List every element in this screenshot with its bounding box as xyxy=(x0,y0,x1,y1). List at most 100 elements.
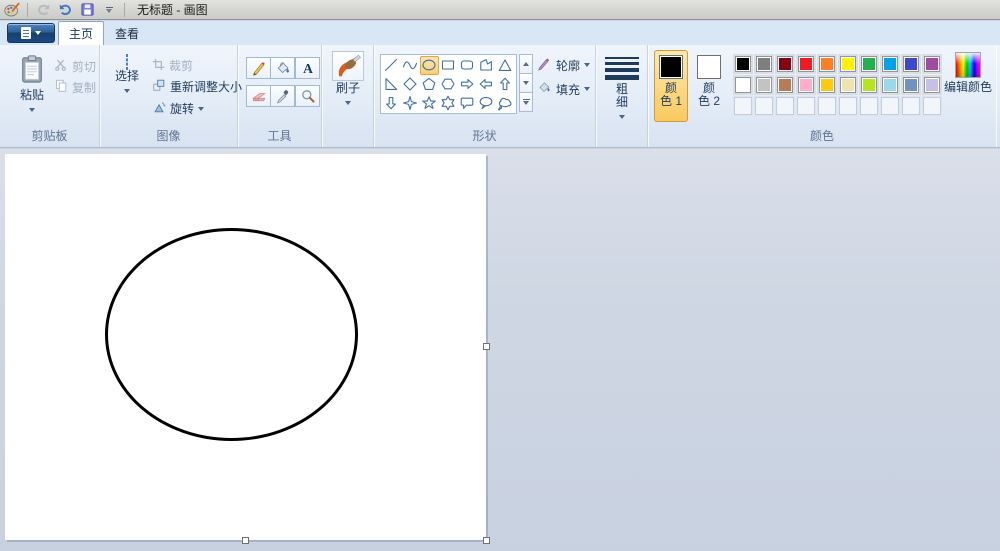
palette-swatch-r1c1[interactable] xyxy=(732,53,753,74)
group-colors: 颜 色 1 颜 色 2 编辑颜色 颜色 xyxy=(648,45,996,147)
shape-right-triangle-icon[interactable] xyxy=(382,75,401,94)
shape-arrow-left-icon[interactable] xyxy=(477,75,496,94)
cut-button[interactable]: 剪切 xyxy=(54,58,96,75)
resize-button[interactable]: 重新调整大小 xyxy=(152,78,242,95)
tab-view[interactable]: 查看 xyxy=(104,21,150,45)
shape-ellipse-icon[interactable] xyxy=(419,55,439,75)
palette-empty-slot-1[interactable] xyxy=(732,95,753,116)
app-logo-icon xyxy=(3,2,21,18)
palette-swatch-r1c4[interactable] xyxy=(795,53,816,74)
palette-swatch-r2c10[interactable] xyxy=(921,74,942,95)
redo-icon[interactable] xyxy=(34,2,52,18)
quick-access-toolbar xyxy=(0,2,127,18)
shape-rectangle-icon[interactable] xyxy=(439,56,458,75)
palette-swatch-r1c6[interactable] xyxy=(837,53,858,74)
palette-empty-slot-3[interactable] xyxy=(774,95,795,116)
save-icon[interactable] xyxy=(78,2,96,18)
brush-label: 刷子 xyxy=(335,81,360,95)
shape-callout-oval-icon[interactable] xyxy=(477,94,496,113)
select-button[interactable]: 选择 xyxy=(106,54,148,97)
shape-triangle-icon[interactable] xyxy=(496,56,515,75)
color2-swatch xyxy=(697,55,721,79)
palette-swatch-r2c5[interactable] xyxy=(816,74,837,95)
shapes-overflow-button[interactable] xyxy=(519,92,533,112)
palette-empty-slot-10[interactable] xyxy=(921,95,942,116)
application-menu-button[interactable] xyxy=(7,23,55,43)
palette-empty-slot-7[interactable] xyxy=(858,95,879,116)
shape-arrow-up-icon[interactable] xyxy=(496,75,515,94)
palette-swatch-r2c4[interactable] xyxy=(795,74,816,95)
brush-icon xyxy=(332,51,364,81)
size-button[interactable]: 粗 细 xyxy=(605,57,639,123)
palette-empty-slot-4[interactable] xyxy=(795,95,816,116)
shape-fill-button[interactable]: 填充 xyxy=(537,80,591,98)
shape-rounded-rectangle-icon[interactable] xyxy=(458,56,477,75)
shape-polygon-icon[interactable] xyxy=(477,56,496,75)
palette-swatch-r1c2[interactable] xyxy=(753,53,774,74)
palette-swatch-r2c7[interactable] xyxy=(858,74,879,95)
shape-callout-rounded-icon[interactable] xyxy=(458,94,477,113)
pencil-tool-button[interactable] xyxy=(246,57,271,79)
palette-swatch-r1c7[interactable] xyxy=(858,53,879,74)
palette-swatch-r1c10[interactable] xyxy=(921,53,942,74)
palette-swatch-r2c3[interactable] xyxy=(774,74,795,95)
drawing-canvas[interactable] xyxy=(5,154,490,544)
text-tool-button[interactable]: A xyxy=(295,57,320,79)
paste-dropdown-caret xyxy=(29,107,35,112)
palette-swatch-r1c5[interactable] xyxy=(816,53,837,74)
palette-empty-slot-8[interactable] xyxy=(879,95,900,116)
palette-swatch-r2c8[interactable] xyxy=(879,74,900,95)
outline-button[interactable]: 轮廓 xyxy=(537,56,591,74)
shapes-scroll-up-button[interactable] xyxy=(519,54,533,74)
shape-diamond-icon[interactable] xyxy=(401,75,420,94)
palette-swatch-r2c9[interactable] xyxy=(900,74,921,95)
palette-swatch-r2c1[interactable] xyxy=(732,74,753,95)
shapes-group-label: 形状 xyxy=(472,129,497,143)
canvas-resize-handle-corner[interactable] xyxy=(483,537,490,544)
canvas-resize-handle-bottom[interactable] xyxy=(241,537,249,544)
shape-star-5-icon[interactable] xyxy=(420,94,439,113)
swatch-color xyxy=(860,55,877,72)
edit-colors-rainbow-icon xyxy=(955,52,981,78)
palette-swatch-r1c8[interactable] xyxy=(879,53,900,74)
canvas-resize-handle-right[interactable] xyxy=(483,343,490,350)
palette-empty-slot-5[interactable] xyxy=(816,95,837,116)
crop-button[interactable]: 裁剪 xyxy=(152,57,193,74)
shape-hexagon-icon[interactable] xyxy=(439,75,458,94)
shape-line-icon[interactable] xyxy=(382,56,401,75)
shape-star-4-icon[interactable] xyxy=(401,94,420,113)
color2-button[interactable]: 颜 色 2 xyxy=(692,50,726,122)
drawn-ellipse[interactable] xyxy=(105,228,358,441)
shape-pentagon-icon[interactable] xyxy=(420,75,439,94)
shapes-scroll-down-button[interactable] xyxy=(519,73,533,93)
palette-empty-slot-6[interactable] xyxy=(837,95,858,116)
colors-group-label: 颜色 xyxy=(809,129,834,143)
shape-curve-icon[interactable] xyxy=(401,56,420,75)
shape-star-6-icon[interactable] xyxy=(439,94,458,113)
qat-customize-dropdown[interactable] xyxy=(100,2,118,18)
shape-arrow-down-icon[interactable] xyxy=(382,94,401,113)
undo-icon[interactable] xyxy=(56,2,74,18)
eraser-tool-button[interactable] xyxy=(246,85,271,107)
picker-tool-button[interactable] xyxy=(270,85,295,107)
edit-colors-button[interactable]: 编辑颜色 xyxy=(942,52,994,95)
color1-button[interactable]: 颜 色 1 xyxy=(654,50,688,122)
paste-button[interactable]: 粘贴 xyxy=(12,53,52,116)
shape-callout-cloud-icon[interactable] xyxy=(496,94,515,113)
palette-swatch-r2c2[interactable] xyxy=(753,74,774,95)
shape-arrow-right-icon[interactable] xyxy=(458,75,477,94)
tab-home[interactable]: 主页 xyxy=(58,21,104,45)
rotate-button[interactable]: 旋转 xyxy=(152,100,205,117)
fill-tool-button[interactable] xyxy=(270,57,295,79)
svg-text:A: A xyxy=(303,61,313,76)
line-thickness-icon xyxy=(605,57,639,80)
copy-button[interactable]: 复制 xyxy=(54,79,96,96)
palette-empty-slot-9[interactable] xyxy=(900,95,921,116)
palette-swatch-r2c6[interactable] xyxy=(837,74,858,95)
brush-button[interactable]: 刷子 xyxy=(331,51,365,109)
brush-dropdown-caret xyxy=(345,100,351,105)
palette-empty-slot-2[interactable] xyxy=(753,95,774,116)
palette-swatch-r1c9[interactable] xyxy=(900,53,921,74)
palette-swatch-r1c3[interactable] xyxy=(774,53,795,74)
magnifier-tool-button[interactable] xyxy=(295,85,320,107)
